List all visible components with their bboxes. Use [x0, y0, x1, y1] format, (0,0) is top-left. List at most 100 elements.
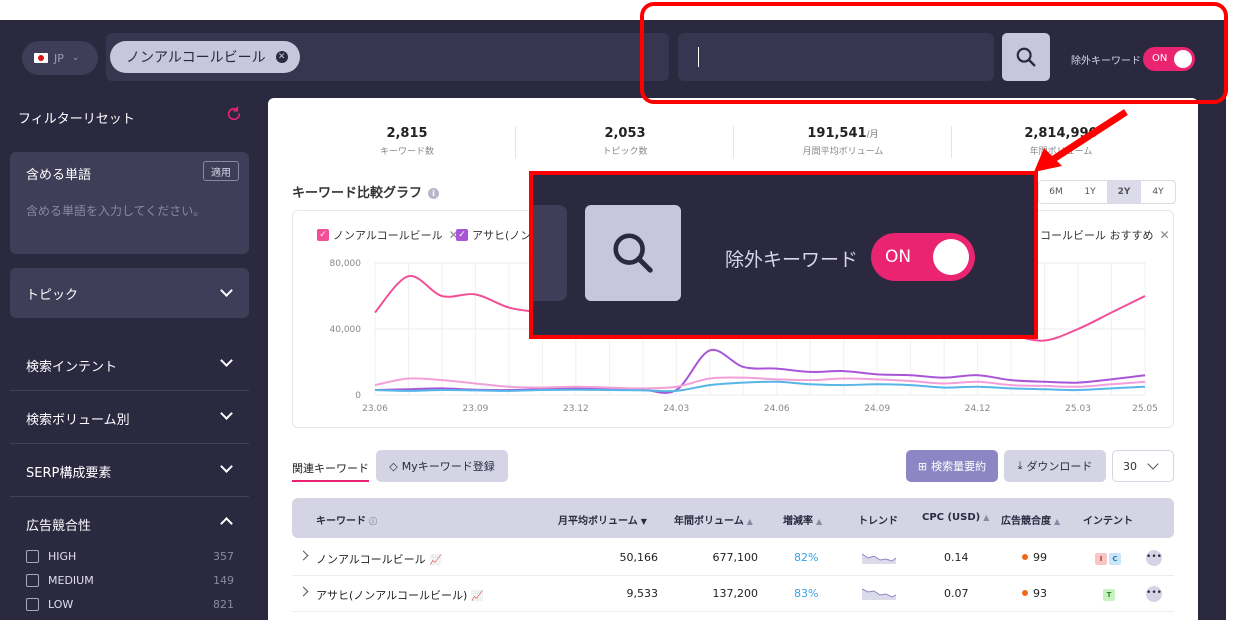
- checkbox-count: 357: [213, 550, 234, 563]
- x-tick-label: 24.12: [965, 404, 991, 414]
- stat-monthly-volume: 191,541/月 月間平均ボリューム: [734, 126, 952, 157]
- sort-icon: ▲: [816, 517, 823, 526]
- col-keyword[interactable]: キーワード ⓘ: [316, 512, 377, 527]
- grid-icon: ⊞: [917, 459, 928, 473]
- ad-competition-low[interactable]: LOW 821: [26, 596, 234, 614]
- x-tick-label: 25.05: [1132, 404, 1158, 414]
- table-row[interactable]: アサヒ(ノンアルコールビール) 📈 9,533 137,200 83% 0.07 …: [292, 576, 1174, 612]
- filter-label: 広告競合性: [26, 519, 92, 534]
- stat-keyword-count: 2,815 キーワード数: [298, 126, 516, 157]
- checkbox-count: 821: [213, 598, 234, 611]
- checkbox-label: HIGH: [48, 550, 77, 563]
- competition-dot: [1022, 590, 1028, 596]
- col-intent: インテント: [1083, 516, 1133, 527]
- stat-label: キーワード数: [379, 147, 434, 157]
- period-6m[interactable]: 6M: [1039, 181, 1073, 203]
- competition-cell: 99: [1022, 551, 1047, 564]
- country-selector[interactable]: JP ⌄: [22, 41, 98, 75]
- apply-button[interactable]: 適用: [203, 161, 239, 181]
- sort-icon: ▲: [746, 517, 753, 526]
- graph-title: キーワード比較グラフ i: [292, 182, 440, 201]
- chart-icon[interactable]: 📈: [471, 591, 483, 602]
- info-icon[interactable]: i: [428, 188, 440, 199]
- topic-chip-label: ノンアルコールビール: [126, 50, 266, 66]
- monthly-volume-cell: 50,166: [619, 551, 659, 564]
- reset-icon[interactable]: [226, 106, 242, 122]
- stat-label: 月間平均ボリューム: [802, 147, 884, 157]
- col-growth[interactable]: 増減率 ▲: [783, 512, 822, 527]
- table-toolbar: 関連キーワード ◇ Myキーワード登録 ⊞ 検索量要約 ⤓ ダウンロード 30: [292, 450, 1174, 484]
- my-keyword-button[interactable]: ◇ Myキーワード登録: [376, 450, 508, 482]
- chip-remove-icon[interactable]: ✕: [275, 51, 288, 63]
- expand-chevron-icon[interactable]: [298, 550, 309, 561]
- topic-chip[interactable]: ノンアルコールビール ✕: [110, 41, 300, 73]
- tab-related-keywords[interactable]: 関連キーワード: [292, 460, 369, 482]
- trend-sparkline: [862, 588, 896, 600]
- filter-search-intent[interactable]: 検索インテント: [10, 338, 249, 391]
- growth-cell: 83%: [794, 587, 819, 600]
- competition-cell: 93: [1022, 587, 1047, 600]
- include-words-input[interactable]: 含める単語を入力してください。: [26, 202, 205, 219]
- checkbox[interactable]: [26, 574, 39, 587]
- search-icon: [613, 233, 653, 273]
- include-words-title: 含める単語: [26, 168, 92, 183]
- x-tick-label: 23.06: [362, 404, 388, 414]
- topic-filter[interactable]: トピック: [10, 268, 249, 318]
- stat-label: トピック数: [602, 147, 648, 157]
- volume-summary-button[interactable]: ⊞ 検索量要約: [906, 450, 998, 482]
- country-code: JP: [54, 51, 64, 65]
- x-tick-label: 25.03: [1065, 404, 1091, 414]
- table-row[interactable]: ノンアルコールビール 📈 50,166 677,100 82% 0.14 99 I…: [292, 540, 1174, 576]
- filter-serp-elements[interactable]: SERP構成要素: [10, 444, 249, 497]
- filter-label: SERP構成要素: [26, 466, 112, 481]
- zoomed-exclude-input: [533, 205, 567, 301]
- growth-cell: 82%: [794, 551, 819, 564]
- expand-chevron-icon[interactable]: [298, 586, 309, 597]
- sort-icon: ▲: [1054, 517, 1061, 526]
- col-annual-volume[interactable]: 年間ボリューム ▲: [674, 512, 753, 527]
- filter-search-volume[interactable]: 検索ボリューム別: [10, 391, 249, 444]
- col-monthly-volume[interactable]: 月平均ボリューム ▼: [558, 512, 647, 527]
- rows-per-page-select[interactable]: 30: [1112, 450, 1174, 482]
- annotation-arrow: [1034, 109, 1128, 172]
- period-1y[interactable]: 1Y: [1073, 181, 1107, 203]
- ad-competition-medium[interactable]: MEDIUM 149: [26, 572, 234, 590]
- more-options-icon[interactable]: •••: [1146, 586, 1162, 602]
- y-tick-label: 40,000: [330, 325, 362, 335]
- intent-badge: C: [1109, 553, 1121, 565]
- checkbox[interactable]: [26, 550, 39, 563]
- x-tick-label: 23.09: [463, 404, 489, 414]
- filter-label: 検索インテント: [26, 360, 118, 375]
- col-cpc[interactable]: CPC (USD) ▲: [922, 512, 989, 523]
- competition-dot: [1022, 554, 1028, 560]
- y-tick-label: 80,000: [330, 259, 362, 269]
- period-2y[interactable]: 2Y: [1107, 181, 1141, 203]
- download-button[interactable]: ⤓ ダウンロード: [1004, 450, 1106, 482]
- topic-filter-label: トピック: [26, 288, 79, 303]
- keyword-cell[interactable]: アサヒ(ノンアルコールビール) 📈: [316, 587, 484, 603]
- col-ad-competition[interactable]: 広告競合度 ▲: [1001, 512, 1060, 527]
- stat-value: 191,541/月: [807, 126, 879, 141]
- highlight-box: [640, 2, 1228, 104]
- checkbox[interactable]: [26, 598, 39, 611]
- trend-sparkline: [862, 553, 896, 564]
- period-4y[interactable]: 4Y: [1141, 181, 1175, 203]
- chevron-down-icon: [220, 284, 233, 297]
- annual-volume-cell: 677,100: [712, 551, 759, 564]
- intent-badge: T: [1103, 589, 1115, 601]
- zoomed-exclude-label: 除外キーワード: [725, 249, 859, 271]
- include-words-box: 含める単語 適用 含める単語を入力してください。: [10, 152, 249, 254]
- more-options-icon[interactable]: •••: [1146, 550, 1162, 566]
- keyword-cell[interactable]: ノンアルコールビール 📈: [316, 551, 442, 567]
- intent-cell: IC: [1095, 551, 1123, 565]
- x-tick-label: 24.09: [864, 404, 890, 414]
- checkbox-label: LOW: [48, 598, 74, 611]
- zoomed-toggle: ON: [871, 233, 975, 281]
- chevron-down-icon: [220, 460, 233, 473]
- filter-ad-competition[interactable]: 広告競合性: [10, 497, 249, 550]
- ad-competition-high[interactable]: HIGH 357: [26, 548, 234, 566]
- filter-sidebar: フィルターリセット 含める単語 適用 含める単語を入力してください。 トピック …: [0, 90, 262, 620]
- chart-icon[interactable]: 📈: [430, 555, 442, 566]
- intent-badge: I: [1095, 553, 1107, 565]
- table-header: キーワード ⓘ 月平均ボリューム ▼ 年間ボリューム ▲ 増減率 ▲ トレンド CPC …: [292, 498, 1174, 538]
